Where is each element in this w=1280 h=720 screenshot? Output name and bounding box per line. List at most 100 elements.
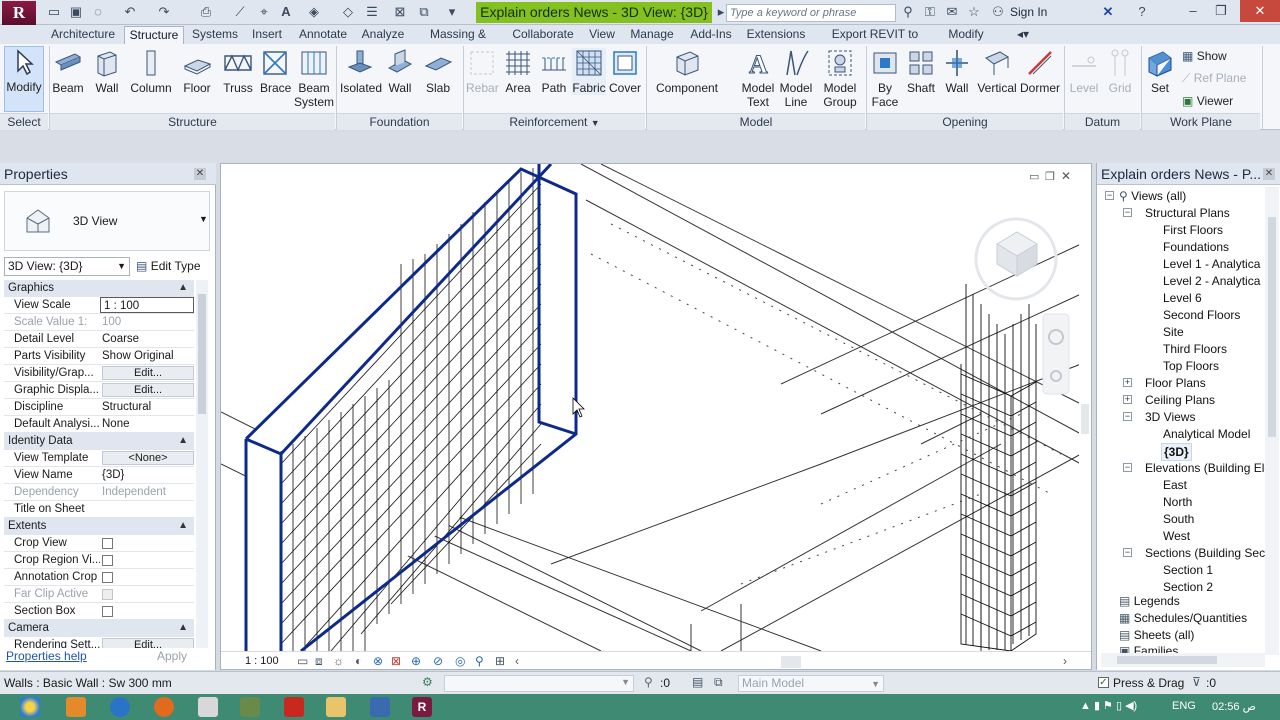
communication-icon[interactable]: ✉ [944,4,960,20]
collapse-toggle-icon[interactable]: − [1123,463,1132,472]
tool-taskbar-icon[interactable] [198,697,218,717]
tab-annotate[interactable]: Annotate [296,26,350,44]
dormer-button[interactable]: Dormer [1020,48,1060,95]
crop-view-checkbox[interactable] [102,538,113,549]
tree-3d-view-active[interactable]: {3D} [1161,443,1192,461]
tree-east[interactable]: East [1163,477,1187,493]
foundation-wall-button[interactable]: Wall [384,48,416,95]
viewcube-icon[interactable] [974,217,1058,301]
edit-type-button[interactable]: ▤ Edit Type [136,257,210,276]
binoculars-icon[interactable]: ⚲ [900,4,916,20]
scroll-thumb[interactable] [1117,656,1217,664]
sign-in-button[interactable]: Sign In [1010,5,1047,19]
prop-value[interactable]: None [102,416,194,432]
undo-icon[interactable]: ↶ [122,4,138,20]
shadows-icon[interactable]: ◐ [355,654,362,668]
view-restore-icon[interactable]: ❐ [1045,170,1055,183]
close-browser-icon[interactable]: ✕ [1263,168,1275,180]
prop-value[interactable]: {3D} [102,467,194,483]
vertical-button[interactable]: Vertical [976,48,1018,95]
scroll-right-icon[interactable]: › [1063,654,1067,668]
tree-sections[interactable]: Sections (Building Secti [1145,545,1271,561]
tab-add-ins[interactable]: Add-Ins [686,26,736,44]
tree-level-2-analytical[interactable]: Level 2 - Analytica [1163,273,1260,289]
visual-style-icon[interactable]: ⧈ [315,654,323,669]
tree-ceiling-plans[interactable]: Ceiling Plans [1145,392,1215,408]
modify-button[interactable]: Modify [4,46,44,112]
prop-row-parts-visibility[interactable]: Parts Visibility Show Original [4,348,194,365]
sync-icon[interactable]: ◌ [90,4,106,20]
workset-dropdown[interactable]: ▼ [444,675,634,692]
tab-manage[interactable]: Manage [628,26,676,44]
autocad-taskbar-icon[interactable] [284,697,304,717]
exchange-apps-icon[interactable]: ✕ [1100,4,1116,20]
tree-legends[interactable]: ▤ Legends [1119,593,1180,609]
tab-architecture[interactable]: Architecture [46,26,120,44]
window-taskbar-icon[interactable] [370,697,390,717]
tree-sheets[interactable]: ▤ Sheets (all) [1119,627,1194,643]
group-extents[interactable]: Extents ▲ [4,518,194,535]
tree-second-floors[interactable]: Second Floors [1163,307,1240,323]
editable-only-icon[interactable]: ⚲ [644,675,653,689]
shaft-button[interactable]: Shaft [904,48,938,95]
tab-extensions[interactable]: Extensions [746,26,806,44]
revit-taskbar-icon[interactable]: R [412,697,432,717]
graphic-display-edit-button[interactable]: Edit... [102,383,194,397]
opening-panel-label[interactable]: Opening [867,113,1063,130]
level-button[interactable]: Level [1066,48,1102,95]
browser-hscroll[interactable] [1101,653,1265,667]
text-icon[interactable]: A [278,4,294,20]
ie-taskbar-icon[interactable] [110,697,130,717]
close-window-icon[interactable]: ✕ [1240,0,1280,22]
prop-value[interactable]: Coarse [102,331,194,347]
wall-button[interactable]: Wall [92,48,122,95]
type-dropdown-icon[interactable]: ▼ [199,214,208,224]
tab-export-etabs[interactable]: Export REVIT to ETABS [816,26,934,57]
collapse-toggle-icon[interactable]: − [1123,208,1132,217]
collapse-icon[interactable]: ▲ [178,433,188,449]
reveal-constraints-icon[interactable]: ⊞ [495,654,505,668]
apply-button[interactable]: Apply [148,647,196,665]
model-panel-label[interactable]: Model [647,113,865,130]
collapse-toggle-icon[interactable]: − [1105,191,1114,200]
qat-dropdown-icon[interactable]: ▾ [444,4,460,20]
temporary-hide-icon[interactable]: ⊘ [433,654,443,668]
analytical-model-icon[interactable]: ⚲ [475,654,484,668]
scroll-thumb[interactable] [1081,404,1089,434]
reveal-hidden-icon[interactable]: ◎ [455,654,465,668]
measure-icon[interactable]: ⟋ [232,4,248,20]
view-template-button[interactable]: <None> [102,451,194,465]
view-minimize-icon[interactable]: ▭ [1029,170,1039,183]
press-drag-checkbox[interactable]: ✓ [1098,677,1109,688]
utility-taskbar-icon[interactable] [240,697,260,717]
view-close-icon[interactable]: ✕ [1061,169,1071,183]
tab-structure[interactable]: Structure [124,26,184,44]
prop-row-view-name[interactable]: View Name {3D} [4,467,194,484]
properties-scrollbar[interactable] [196,280,208,648]
subscription-icon[interactable]: ⚿ [922,4,938,20]
sun-path-icon[interactable]: ☼ [333,654,344,668]
group-camera[interactable]: Camera ▲ [4,620,194,637]
3d-view-icon[interactable]: ◈ [306,4,322,20]
area-button[interactable]: Area [502,48,534,95]
help-search-input[interactable]: Type a keyword or phrase [726,4,896,22]
design-option-dropdown[interactable]: Main Model ▼ [738,675,884,692]
3d-viewport[interactable]: ▭ ❐ ✕ 1 : 100 ▭ ⧈ ☼ ◐ ⊗ ⊠ ⊕ ⊘ ◎ ⚲ ⊞ ‹ › [220,163,1092,670]
collapse-icon[interactable]: ▲ [178,280,188,296]
view-scale-label[interactable]: 1 : 100 [245,655,279,667]
switch-windows-icon[interactable]: ⧉ [416,4,432,20]
scroll-thumb[interactable] [198,294,206,414]
view-scale-input[interactable]: 1 : 100 [100,297,194,313]
cover-button[interactable]: Cover [608,48,642,95]
beam-button[interactable]: Beam [52,48,84,95]
model-line-button[interactable]: Model Line [778,48,814,109]
tree-schedules[interactable]: ▦ Schedules/Quantities [1119,610,1247,626]
isolated-footing-button[interactable]: Isolated [340,48,382,95]
prop-value[interactable]: Structural [102,399,194,415]
by-face-button[interactable]: By Face [870,48,900,109]
tree-families[interactable]: ▣ Families [1119,643,1178,653]
prop-row-discipline[interactable]: Discipline Structural [4,399,194,416]
lock-view-icon[interactable]: ⊕ [411,654,421,668]
group-graphics[interactable]: Graphics ▲ [4,280,194,297]
structure-panel-label[interactable]: Structure [50,113,335,130]
